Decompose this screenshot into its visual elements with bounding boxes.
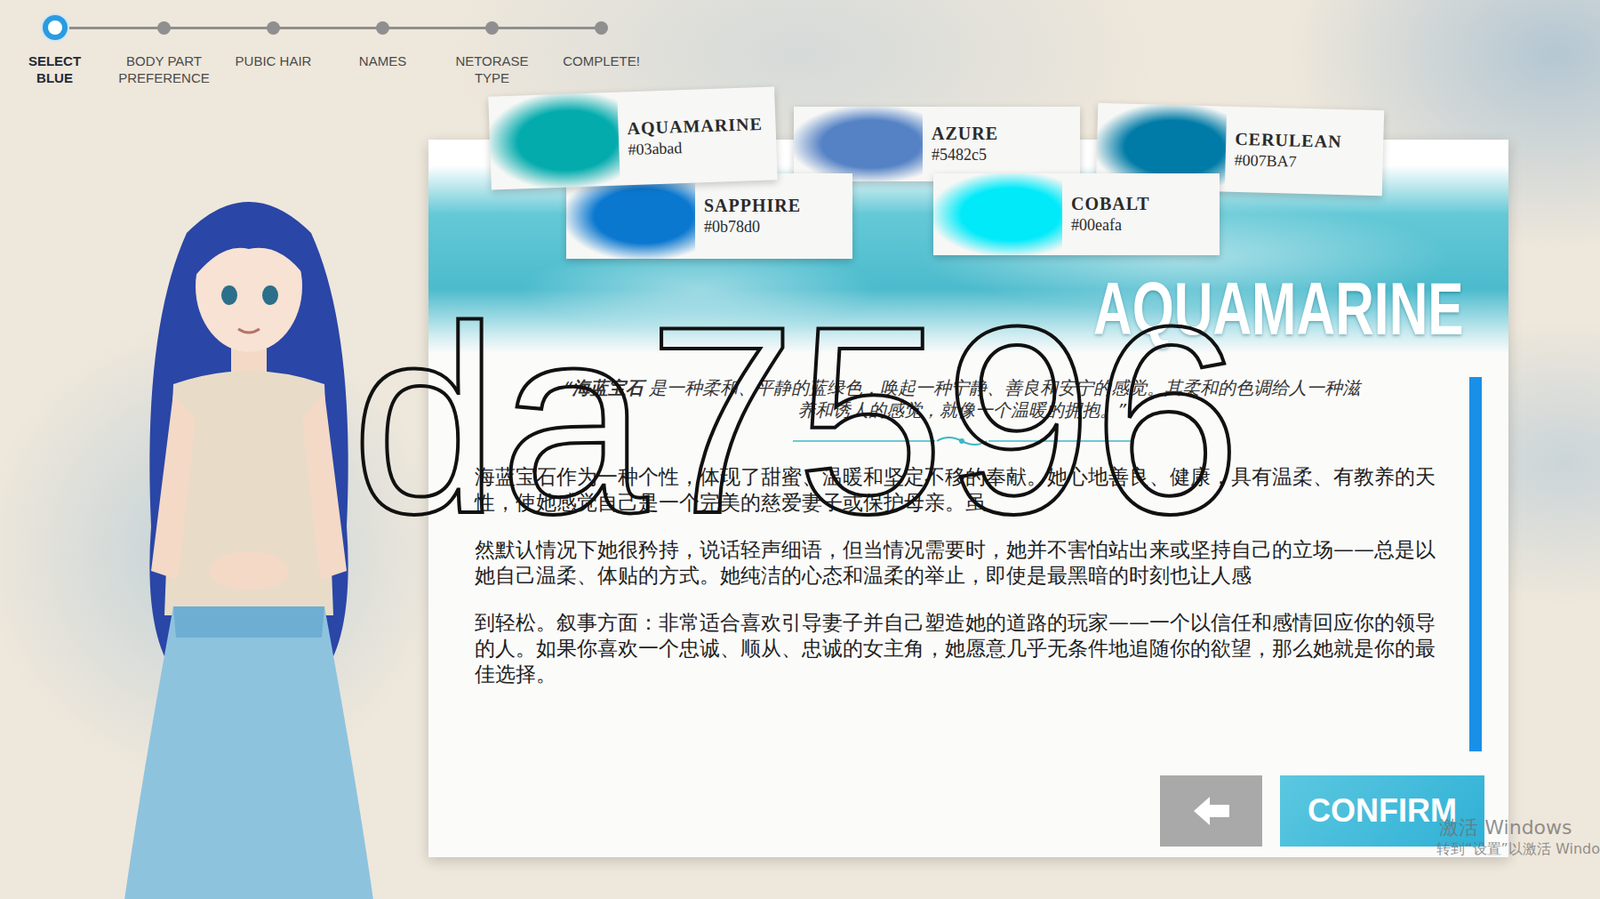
swatch-hex: #03abad xyxy=(627,135,764,159)
swatch-name: AQUAMARINE xyxy=(626,112,763,138)
step-label: NAMES xyxy=(359,52,407,70)
step-dot-icon xyxy=(376,21,390,35)
description-paragraph: 到轻松。叙事方面：非常适合喜欢引导妻子并自己塑造她的道路的玩家——一个以信任和感… xyxy=(474,609,1449,688)
color-title: AQUAMARINE xyxy=(1093,271,1464,346)
swatch-hex: #0b78d0 xyxy=(704,217,801,237)
progress-stepper: SELECT BLUE BODY PART PREFERENCE PUBIC HAI… xyxy=(0,0,1600,89)
scrollbar[interactable] xyxy=(1469,376,1482,752)
swatch-hex: #00eafa xyxy=(1071,216,1151,235)
swatch-blot xyxy=(933,173,1063,256)
swatch-blot xyxy=(488,92,621,191)
watermark: da7596 xyxy=(351,286,1241,553)
step-label: NETORASE TYPE xyxy=(455,52,528,87)
character-portrait-icon xyxy=(88,152,409,899)
step-label: BODY PART PREFERENCE xyxy=(118,52,210,87)
color-swatch-card[interactable]: COBALT#00eafa xyxy=(933,173,1220,256)
back-arrow-icon xyxy=(1192,794,1232,827)
back-button[interactable] xyxy=(1160,775,1263,847)
step-dot-icon xyxy=(485,21,499,35)
swatch-blot xyxy=(793,106,923,182)
swatch-name: COBALT xyxy=(1071,193,1151,215)
step-label: SELECT BLUE xyxy=(28,52,81,87)
windows-activation-watermark: 激活 Windows转到“设置”以激活 Windo xyxy=(1436,816,1600,859)
divider-ornament xyxy=(474,433,1449,448)
color-swatch-card[interactable]: AZURE#5482c5 xyxy=(793,106,1080,182)
step-dot-icon xyxy=(266,21,280,35)
flourish-icon xyxy=(935,433,989,448)
swatch-name: SAPPHIRE xyxy=(704,195,801,216)
color-quote: “海蓝宝石 是一种柔和、平静的蓝绿色，唤起一种宁静、善良和安宁的感觉。其柔和的色… xyxy=(561,376,1362,422)
swatch-name: CERULEAN xyxy=(1234,128,1343,152)
swatch-hex: #007BA7 xyxy=(1233,151,1342,173)
description-paragraph: 然默认情况下她很矜持，说话轻声细语，但当情况需要时，她并不害怕站出来或坚持自己的… xyxy=(474,536,1449,589)
description-paragraph: 海蓝宝石作为一种个性，体现了甜蜜、温暖和坚定不移的奉献。她心地善良、健康，具有温… xyxy=(474,464,1449,516)
confirm-button[interactable]: CONFIRM xyxy=(1280,775,1485,847)
character-creation-screen: SELECT BLUE BODY PART PREFERENCE PUBIC HAI… xyxy=(0,0,1600,899)
step-dot-icon xyxy=(594,21,608,35)
step-dot-icon xyxy=(42,15,68,40)
swatch-hex: #5482c5 xyxy=(931,145,999,165)
character-area xyxy=(0,139,429,899)
step-dot-icon xyxy=(157,21,171,35)
step-label: PUBIC HAIR xyxy=(235,52,312,70)
stepper-line xyxy=(54,26,602,30)
swatch-name: AZURE xyxy=(931,123,999,144)
color-swatch-card[interactable]: AQUAMARINE#03abad xyxy=(488,86,777,190)
step-label: COMPLETE! xyxy=(562,52,640,70)
color-swatch-card[interactable]: SAPPHIRE#0b78d0 xyxy=(566,173,853,259)
